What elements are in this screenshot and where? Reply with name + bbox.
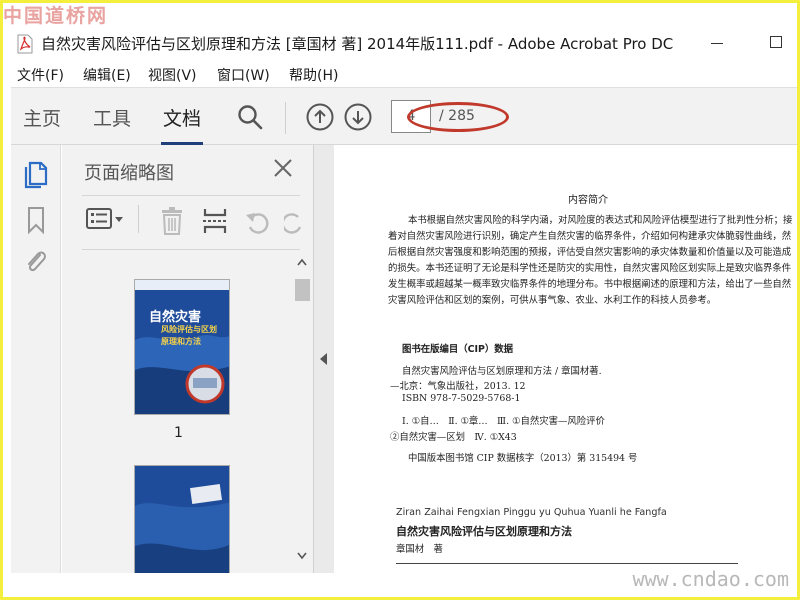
- menu-bar: 文件(F) 编辑(E) 视图(V) 窗口(W) 帮助(H): [3, 61, 797, 87]
- panel-separator: [138, 205, 139, 233]
- scrollbar-thumb[interactable]: [295, 279, 310, 301]
- navigation-rail: [11, 145, 61, 573]
- cover-subtitle: 原理和方法: [161, 337, 201, 346]
- toolbar-separator: [285, 102, 286, 134]
- cip-heading: 图书在版编目（CIP）数据: [402, 344, 513, 355]
- top-toolbar: 主页 工具 文档 4 / 285: [11, 87, 797, 145]
- cip-line: 中国版本图书馆 CIP 数据核字（2013）第 315494 号: [408, 453, 638, 464]
- tab-document[interactable]: 文档: [163, 104, 201, 131]
- thumbnail-scrollbar[interactable]: [292, 253, 310, 571]
- next-page-icon[interactable]: [343, 102, 373, 132]
- book-author: 章国材 著: [396, 544, 443, 555]
- panel-divider: [82, 249, 300, 250]
- pinyin-title: Ziran Zaihai Fengxian Pinggu yu Quhua Yu…: [396, 507, 667, 518]
- chevron-up-icon[interactable]: [296, 257, 308, 267]
- options-menu-icon[interactable]: [86, 207, 126, 231]
- cover-image: [135, 280, 229, 414]
- document-view[interactable]: 内容简介 本书根据自然灾害风险的科学内涵，对风险度的表达式和风险评估模型进行了批…: [334, 145, 797, 573]
- previous-page-icon[interactable]: [305, 102, 335, 132]
- cip-line: —北京：气象出版社，2013. 12: [390, 381, 526, 392]
- cover-subtitle: 风险评估与区划: [161, 325, 217, 334]
- cip-line: ②自然灾害—区划 Ⅳ. ①X43: [390, 432, 517, 443]
- menu-edit[interactable]: 编辑(E): [83, 65, 131, 85]
- tab-tools[interactable]: 工具: [93, 104, 131, 131]
- summary-paragraph: 本书根据自然灾害风险的科学内涵，对风险度的表达式和风险评估模型进行了批判性分析；…: [388, 215, 793, 306]
- search-icon[interactable]: [237, 104, 263, 130]
- attachments-icon[interactable]: [23, 247, 49, 277]
- rotate-clockwise-icon[interactable]: [284, 207, 302, 235]
- panel-divider: [82, 195, 300, 196]
- menu-view[interactable]: 视图(V): [148, 65, 197, 85]
- page-thumbnail-2[interactable]: [134, 465, 230, 573]
- cip-line: Ⅰ. ①自… Ⅱ. ①章… Ⅲ. ①自然灾害—风险评价: [402, 416, 605, 427]
- tab-home[interactable]: 主页: [23, 104, 61, 131]
- annotation-ellipse: [407, 102, 509, 132]
- chevron-left-icon[interactable]: [320, 353, 327, 365]
- acrobat-window: 中国道桥网 自然灾害风险评估与区划原理和方法 [章国材 著] 2014年版111…: [3, 3, 797, 597]
- title-bar: 自然灾害风险评估与区划原理和方法 [章国材 著] 2014年版111.pdf -…: [3, 27, 797, 61]
- page-thumbnails-icon[interactable]: [23, 159, 49, 189]
- pdf-file-icon: [17, 34, 33, 54]
- minimize-button[interactable]: [711, 43, 723, 44]
- rotate-counterclockwise-icon[interactable]: [244, 207, 270, 235]
- cover-title: 自然灾害: [149, 310, 202, 325]
- bookmarks-icon[interactable]: [23, 205, 49, 235]
- thumbnail-page-label: 1: [174, 425, 183, 441]
- extract-pages-icon[interactable]: [202, 207, 228, 235]
- book-title: 自然灾害风险评估与区划原理和方法: [396, 525, 572, 538]
- delete-page-icon[interactable]: [160, 207, 184, 235]
- panel-collapse-handle[interactable]: [314, 145, 334, 573]
- page-thumbnail-1[interactable]: 自然灾害 风险评估与区划 原理和方法: [134, 279, 230, 415]
- pdf-page: 内容简介 本书根据自然灾害风险的科学内涵，对风险度的表达式和风险评估模型进行了批…: [334, 145, 797, 573]
- page-thumbnails-panel: 页面缩略图 自然灾害 风险评估与区划 原理和方法 1: [62, 145, 314, 573]
- watermark-bottom: www.cndao.com: [632, 567, 789, 591]
- menu-file[interactable]: 文件(F): [17, 65, 64, 85]
- chevron-down-icon[interactable]: [296, 551, 308, 561]
- page-image: [135, 466, 229, 573]
- close-icon[interactable]: [272, 157, 294, 179]
- cip-line: 自然灾害风险评估与区划原理和方法 / 章国材著.: [402, 366, 602, 377]
- menu-window[interactable]: 窗口(W): [217, 65, 270, 85]
- menu-help[interactable]: 帮助(H): [289, 65, 338, 85]
- panel-title: 页面缩略图: [84, 163, 174, 184]
- window-title: 自然灾害风险评估与区划原理和方法 [章国材 著] 2014年版111.pdf -…: [41, 35, 674, 53]
- watermark-top: 中国道桥网: [3, 5, 109, 27]
- page-heading: 内容简介: [568, 195, 608, 206]
- maximize-button[interactable]: [770, 36, 782, 48]
- page-rule: [396, 563, 738, 564]
- cip-line: ISBN 978-7-5029-5768-1: [402, 393, 521, 404]
- thumbnail-list: 自然灾害 风险评估与区划 原理和方法 1: [62, 253, 292, 573]
